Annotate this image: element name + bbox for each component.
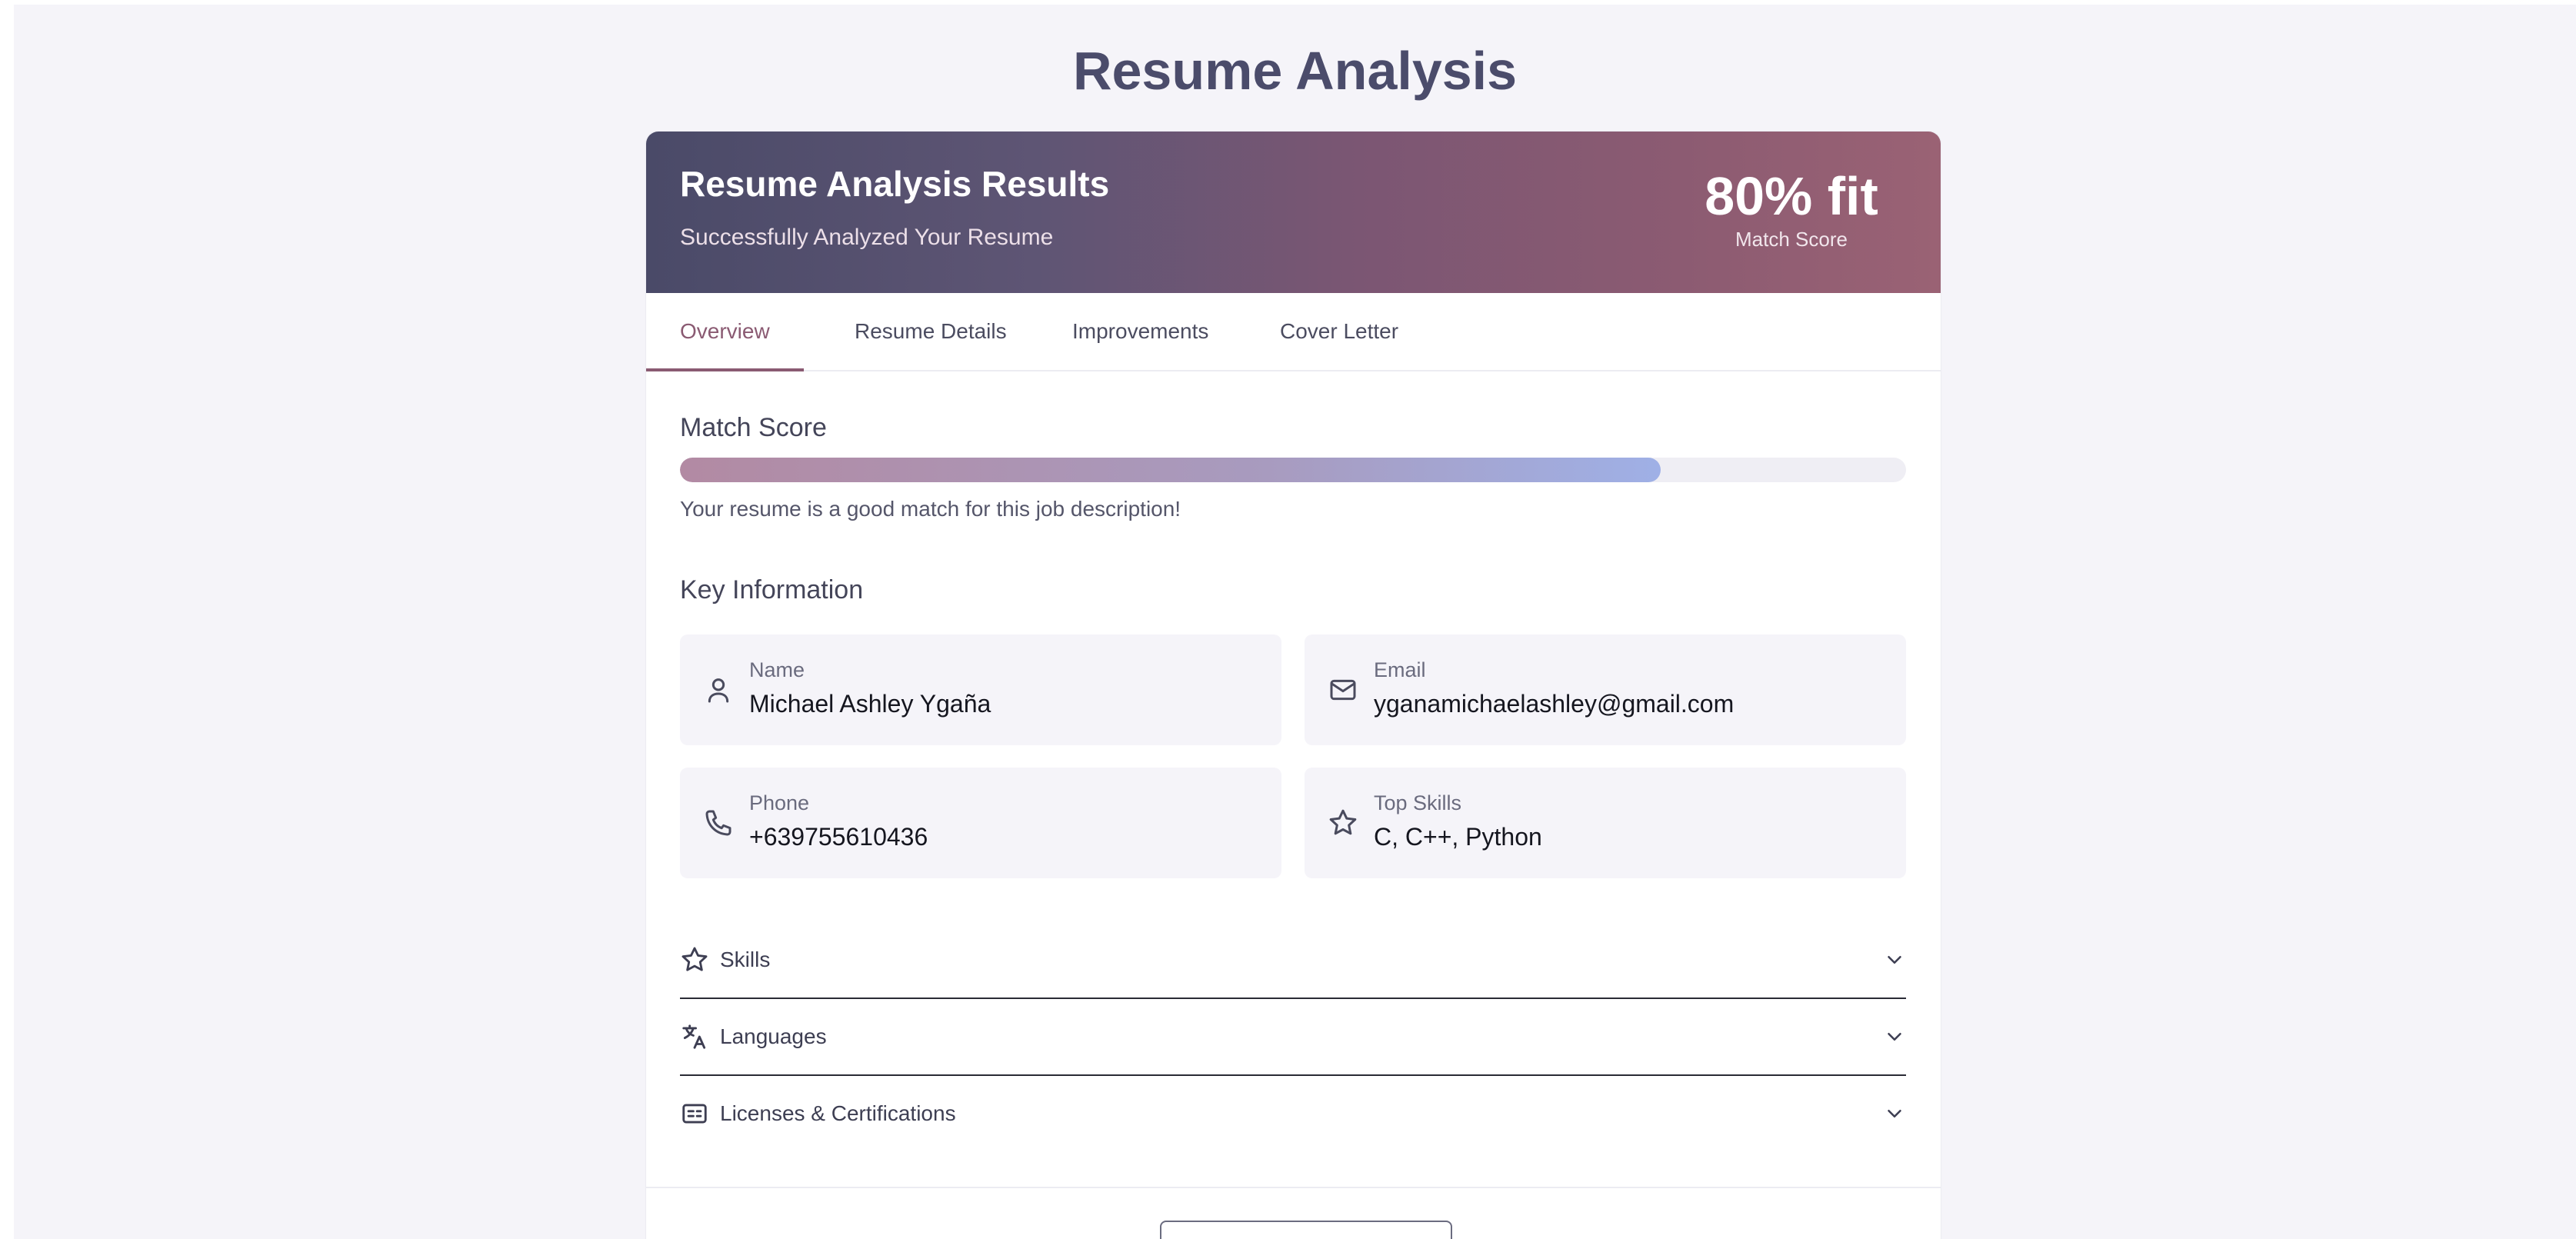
results-subtitle: Successfully Analyzed Your Resume — [680, 225, 1054, 250]
accordion-licenses-label: Licenses & Certifications — [720, 1101, 956, 1125]
name-card: Name Michael Ashley Ygaña — [680, 634, 1281, 745]
name-value: Michael Ashley Ygaña — [749, 690, 991, 718]
tab-overview[interactable]: Overview — [646, 293, 804, 371]
results-card: Resume Analysis Results Successfully Ana… — [646, 132, 1941, 1239]
chevron-down-icon — [1888, 1033, 1901, 1041]
match-score-message: Your resume is a good match for this job… — [680, 497, 1181, 521]
match-score-heading: Match Score — [680, 413, 827, 442]
phone-label: Phone — [749, 791, 810, 814]
footer-divider — [646, 1187, 1941, 1188]
phone-card: Phone +639755610436 — [680, 768, 1281, 878]
mail-icon — [1330, 679, 1356, 701]
accordion-licenses-certifications[interactable]: Licenses & Certifications — [680, 1076, 1906, 1151]
fit-score-label: Match Score — [1735, 228, 1848, 251]
phone-value: +639755610436 — [749, 823, 928, 851]
email-card: Email yganamichaelashley@gmail.com — [1305, 634, 1906, 745]
match-score-bar-fill — [680, 458, 1661, 482]
id-card-icon — [682, 1104, 707, 1124]
accordion-skills-label: Skills — [720, 948, 771, 971]
translate-icon — [682, 1024, 706, 1049]
accordion-skills[interactable]: Skills — [680, 922, 1906, 999]
star-icon — [1329, 809, 1357, 835]
fit-score-value: 80% fit — [1705, 166, 1878, 226]
top-skills-card: Top Skills C, C++, Python — [1305, 768, 1906, 878]
match-score-bar — [680, 458, 1906, 482]
page-title: Resume Analysis — [1072, 41, 1518, 101]
results-header: Resume Analysis Results Successfully Ana… — [646, 132, 1941, 293]
tab-improvements[interactable]: Improvements — [1072, 293, 1208, 370]
results-title: Resume Analysis Results — [680, 164, 1110, 204]
email-value: yganamichaelashley@gmail.com — [1374, 690, 1735, 718]
tab-resume-details[interactable]: Resume Details — [855, 293, 1007, 370]
phone-icon — [705, 810, 731, 836]
star-icon — [681, 947, 708, 971]
email-label: Email — [1374, 658, 1426, 681]
accordion-languages-label: Languages — [720, 1024, 827, 1048]
tab-cover-letter[interactable]: Cover Letter — [1280, 293, 1398, 370]
top-skills-value: C, C++, Python — [1374, 823, 1542, 851]
fit-score: 80% fit Match Score — [1676, 165, 1907, 251]
chevron-down-icon — [1888, 956, 1901, 964]
top-skills-label: Top Skills — [1374, 791, 1462, 814]
accordion-languages[interactable]: Languages — [680, 999, 1906, 1076]
user-icon — [708, 678, 729, 703]
tab-bar: Overview Resume Details Improvements Cov… — [646, 293, 1941, 371]
page-background: Resume Analysis Resume Analysis Results … — [14, 5, 2576, 1239]
name-label: Name — [749, 658, 805, 681]
analyze-another-resume-button[interactable]: Analyze Another Resume — [1160, 1221, 1452, 1239]
chevron-down-icon — [1888, 1110, 1901, 1117]
key-information-heading: Key Information — [680, 575, 864, 605]
